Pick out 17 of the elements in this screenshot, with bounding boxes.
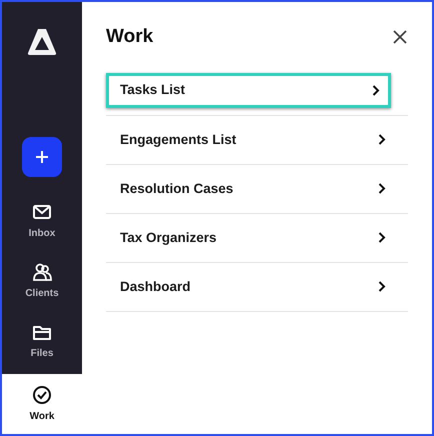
logo-icon <box>27 28 57 56</box>
close-button[interactable] <box>392 29 408 46</box>
sidebar-item[interactable]: Files <box>2 311 82 371</box>
sidebar-item[interactable]: Clients <box>2 251 82 311</box>
chevron-icon <box>378 232 386 244</box>
chevron-icon <box>378 281 386 292</box>
sidebar-item[interactable]: Inbox <box>2 191 82 251</box>
chevron-icon <box>378 134 386 146</box>
check-circle-icon <box>32 384 52 404</box>
add-button[interactable] <box>22 137 62 177</box>
plus-icon <box>35 150 49 164</box>
chevron-icon <box>378 183 386 194</box>
people-icon <box>32 262 52 282</box>
chevron-icon <box>372 84 380 96</box>
sidebar-item[interactable]: Work <box>2 374 82 434</box>
menu-item[interactable]: Tasks List <box>106 72 391 108</box>
panel-title: Work <box>106 26 154 49</box>
